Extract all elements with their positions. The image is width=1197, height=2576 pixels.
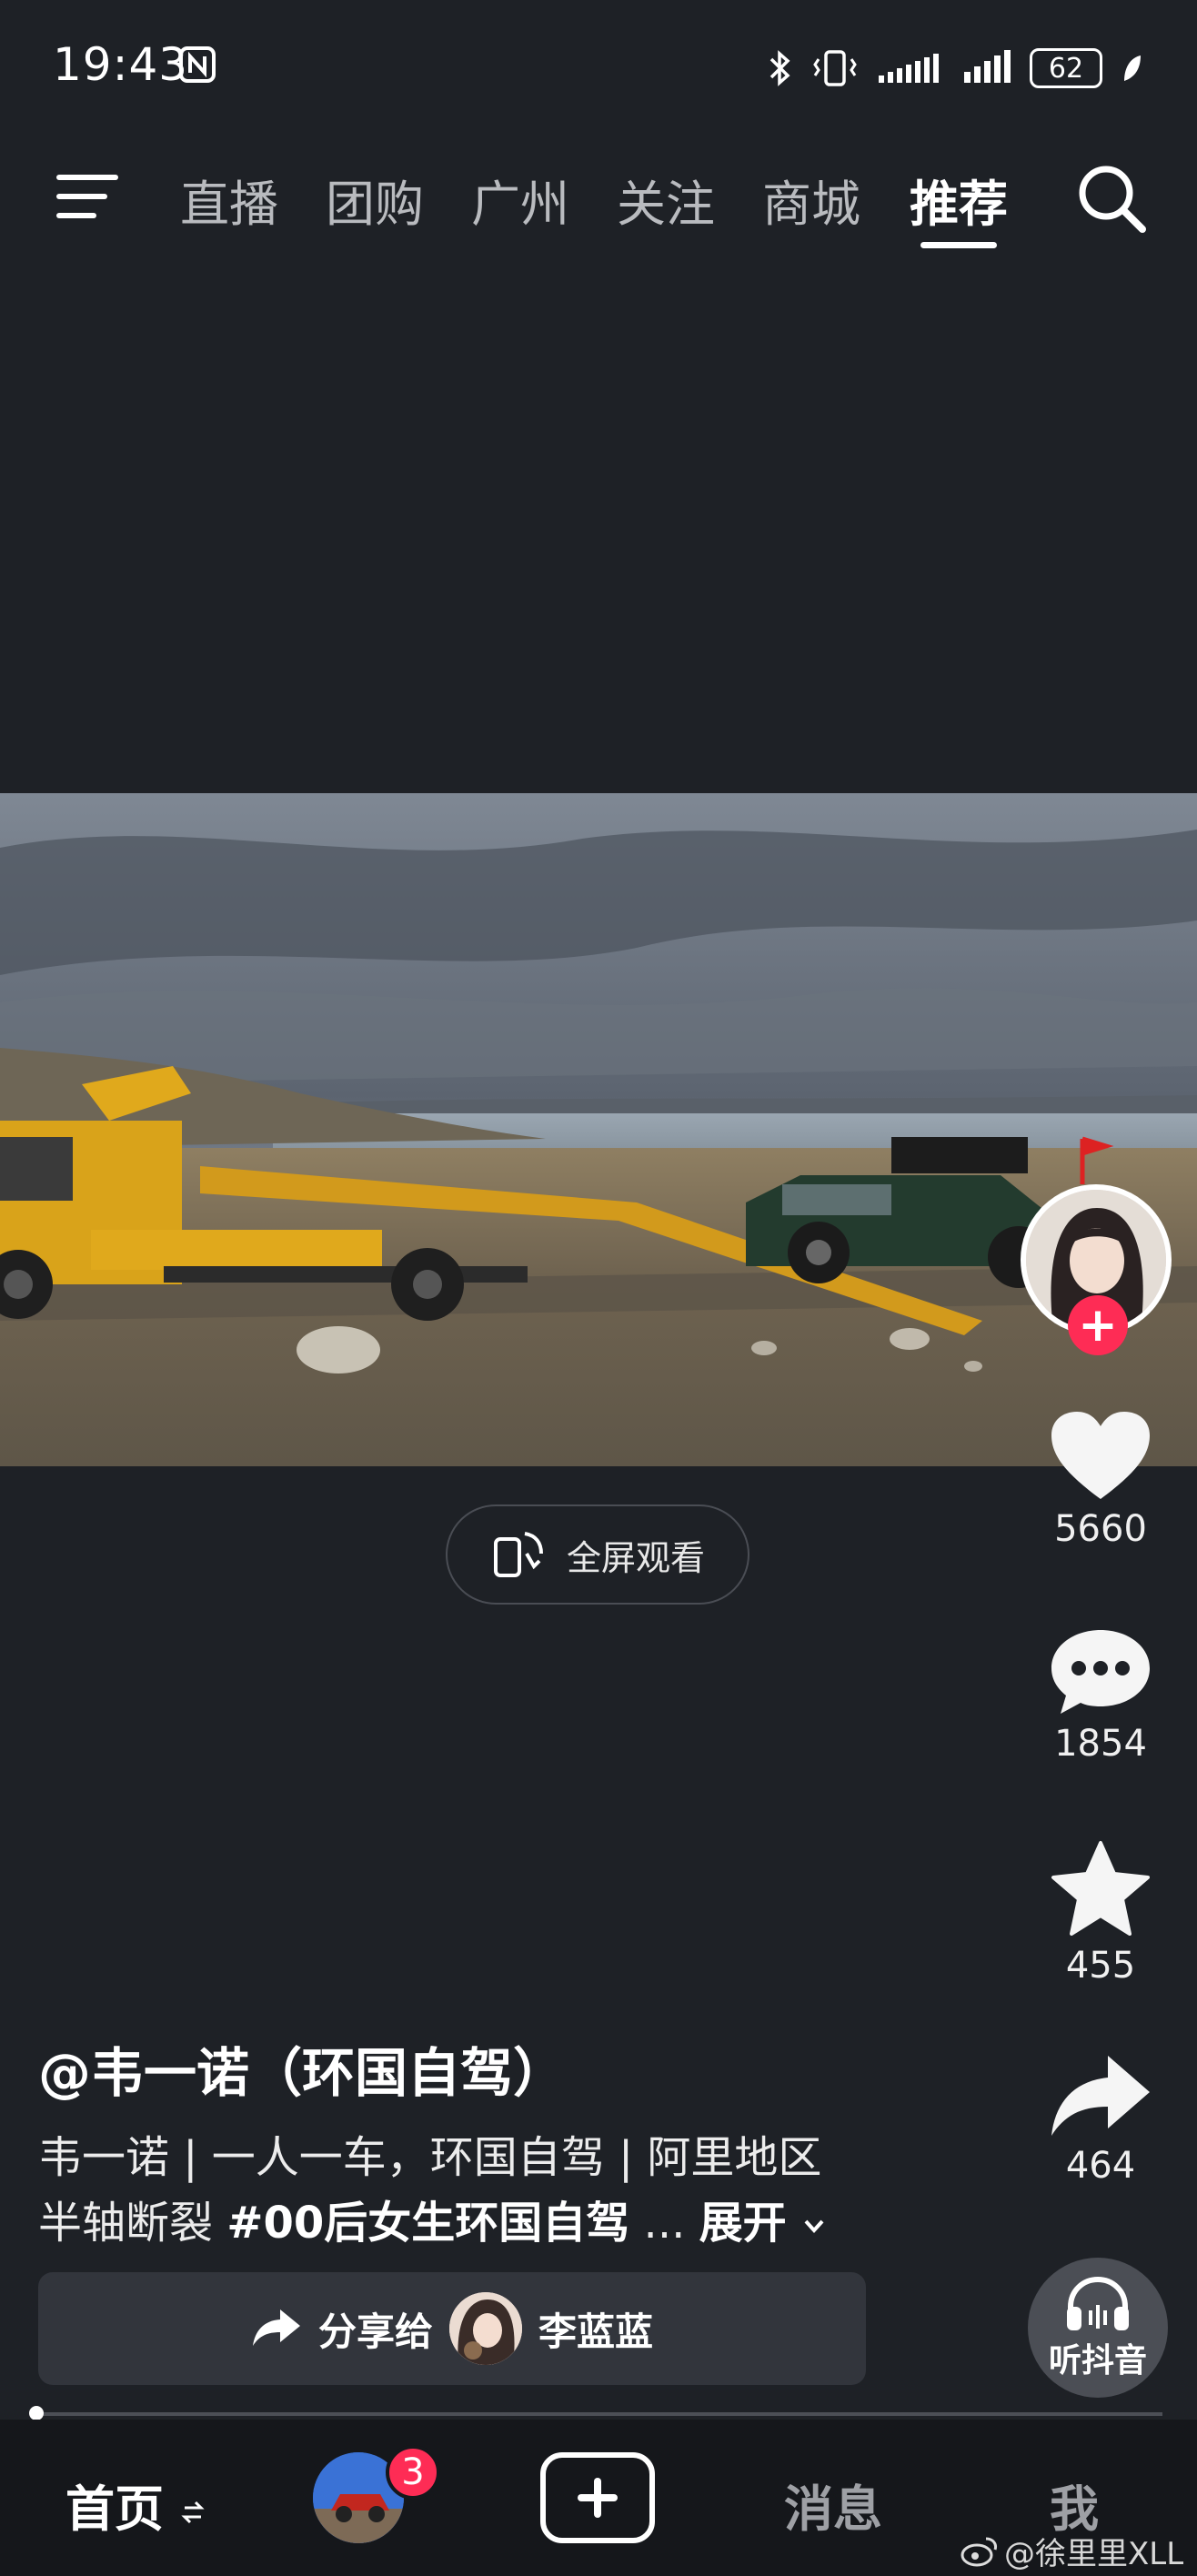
status-icons: 62 <box>768 42 1144 95</box>
battery-level: 62 <box>1048 52 1084 85</box>
leaf-icon <box>1124 55 1141 81</box>
favorite-count: 455 <box>1065 1945 1136 1987</box>
listen-label: 听抖音 <box>1048 2342 1147 2380</box>
video-progress-track[interactable] <box>35 2412 1162 2416</box>
rotate-screen-icon <box>493 1532 543 1577</box>
vibrate-icon <box>813 50 857 86</box>
share-arrow-icon <box>252 2309 300 2346</box>
caption-ellipsis: ... <box>629 2198 699 2249</box>
share-count: 464 <box>1065 2145 1136 2187</box>
search-icon[interactable] <box>1073 160 1150 236</box>
status-time: 19:43 <box>53 38 189 91</box>
create-post-button[interactable] <box>540 2452 655 2543</box>
share-label: 分享给 <box>317 2309 433 2354</box>
tab-group-buy[interactable]: 团购 <box>326 164 424 236</box>
expand-link[interactable]: 展开 <box>699 2198 787 2249</box>
star-icon <box>1051 1841 1150 1936</box>
tab-recommended[interactable]: 推荐 <box>910 164 1008 236</box>
tab-mall[interactable]: 商城 <box>762 164 860 236</box>
listen-douyin-button[interactable]: 听抖音 <box>1028 2258 1168 2398</box>
nav-home-label: 首页 <box>65 2480 164 2538</box>
friend-avatar <box>449 2292 522 2365</box>
share-target-name: 李蓝蓝 <box>538 2309 654 2354</box>
headphones-icon <box>1067 2276 1129 2330</box>
friend-avatar-image <box>449 2292 522 2365</box>
menu-icon[interactable] <box>55 171 120 222</box>
tab-live[interactable]: 直播 <box>180 164 278 236</box>
share-button[interactable]: 464 <box>1037 2052 1164 2187</box>
watermark-text: @徐里里XLL <box>1004 2536 1184 2572</box>
share-to-friend-bar[interactable]: 分享给 李蓝蓝 <box>38 2272 866 2385</box>
comment-button[interactable]: 1854 <box>1037 1626 1164 1765</box>
comment-count: 1854 <box>1054 1723 1147 1765</box>
weibo-logo-icon <box>961 2537 997 2566</box>
favorite-button[interactable]: 455 <box>1037 1839 1164 1987</box>
tab-following[interactable]: 关注 <box>617 164 715 236</box>
weibo-watermark: @徐里里XLL <box>961 2529 1183 2573</box>
nav-home[interactable]: 首页 <box>65 2469 205 2541</box>
plus-icon <box>578 2478 618 2518</box>
author-name[interactable]: @韦一诺（环国自驾） <box>38 2030 566 2107</box>
heart-icon <box>1051 1412 1150 1499</box>
switch-arrows-icon <box>181 2501 205 2524</box>
share-arrow-icon <box>1051 2056 1150 2136</box>
bluetooth-icon <box>770 50 790 86</box>
caption-line-1: 韦一诺 | 一人一车，环国自驾 | 阿里地区 <box>38 2132 822 2183</box>
tab-guangzhou[interactable]: 广州 <box>471 164 569 236</box>
signal-icon-2 <box>964 50 1011 83</box>
like-count: 5660 <box>1054 1508 1147 1550</box>
video-player[interactable] <box>0 793 1197 1466</box>
nav-messages[interactable]: 消息 <box>784 2469 882 2541</box>
nfc-icon <box>179 46 216 83</box>
fullscreen-button[interactable]: 全屏观看 <box>446 1504 749 1605</box>
signal-icon <box>879 54 939 83</box>
hashtag-link[interactable]: #00后女生环国自驾 <box>226 2198 629 2249</box>
comment-icon <box>1051 1630 1150 1714</box>
battery-indicator: 62 <box>1030 48 1102 88</box>
caption-text: 半轴断裂 <box>38 2198 227 2249</box>
active-tab-indicator <box>920 242 997 248</box>
chevron-down-icon[interactable] <box>800 2212 828 2239</box>
follow-button[interactable]: + <box>1068 1295 1128 1355</box>
caption-line-2: 半轴断裂 #00后女生环国自驾 ... 展开 <box>38 2187 828 2250</box>
notification-badge: 3 <box>386 2445 440 2500</box>
like-button[interactable]: 5660 <box>1037 1408 1164 1550</box>
fullscreen-label: 全屏观看 <box>566 1537 705 1578</box>
video-progress-handle[interactable] <box>29 2406 44 2420</box>
